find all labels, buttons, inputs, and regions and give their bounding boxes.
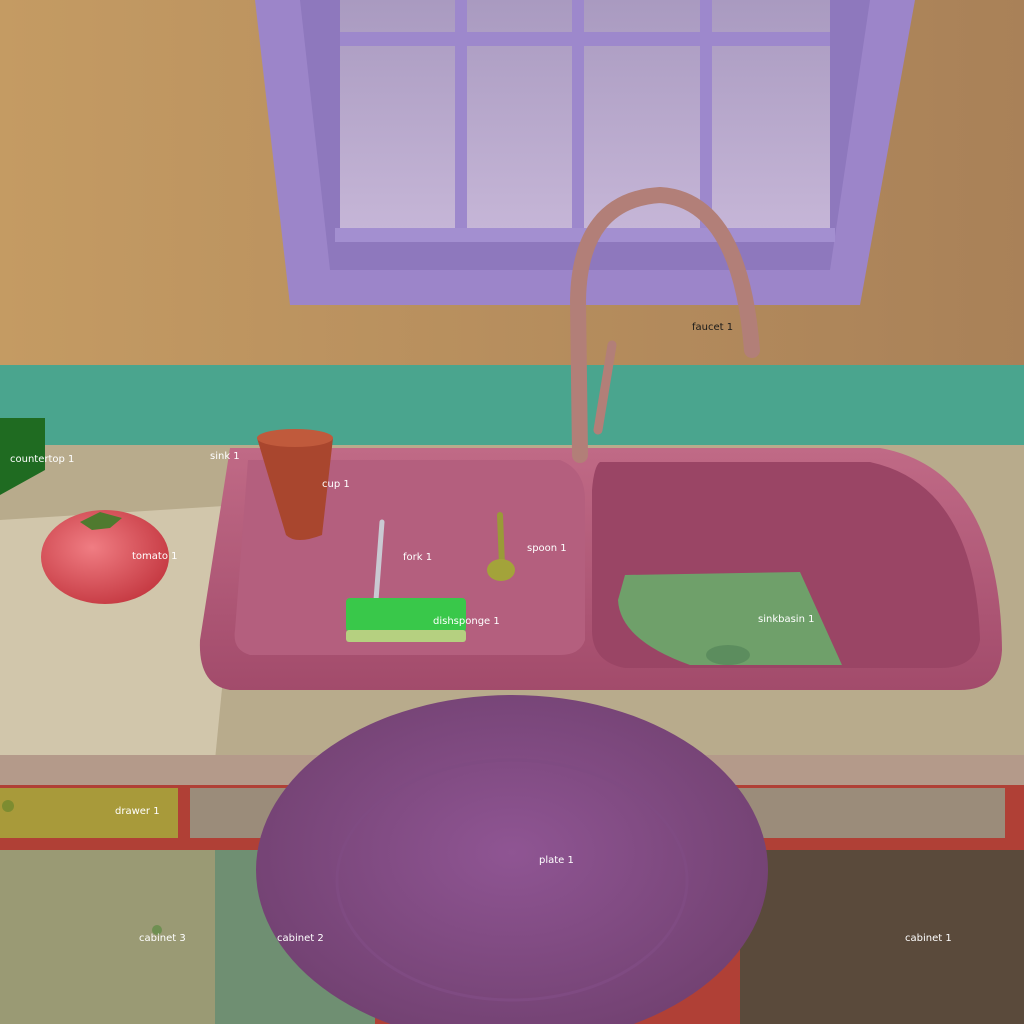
tomato[interactable]: [41, 510, 169, 604]
cabinet3-front[interactable]: [0, 850, 218, 1024]
cabinet3-knob: [152, 925, 162, 935]
cup-rim: [257, 429, 333, 447]
drawer-front[interactable]: [0, 788, 178, 838]
dishsponge[interactable]: [346, 598, 466, 642]
scene-render: [0, 0, 1024, 1024]
kitchen-scene: faucet 1 countertop 1 sink 1 cup 1 tomat…: [0, 0, 1024, 1024]
cabinet1-front[interactable]: [740, 850, 1024, 1024]
backsplash: [0, 365, 1024, 450]
drawer-knob: [2, 800, 14, 812]
drain: [706, 645, 750, 665]
